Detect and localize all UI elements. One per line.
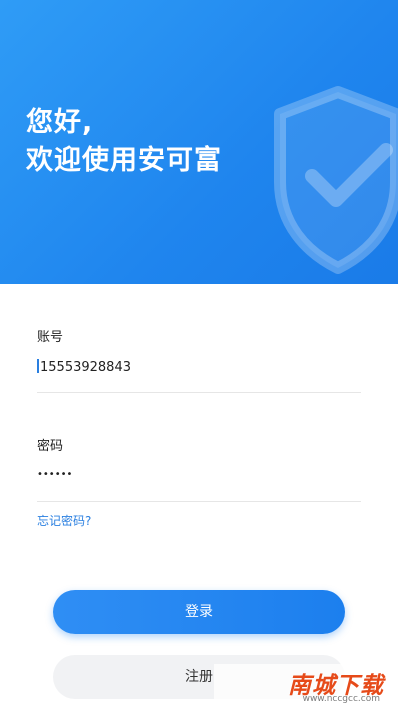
register-label: 注册 xyxy=(185,669,213,685)
password-field[interactable]: •••••• xyxy=(37,469,357,480)
account-field[interactable]: 15553928843 xyxy=(37,359,357,375)
shield-check-icon xyxy=(274,86,398,274)
forgot-password-link[interactable]: 忘记密码? xyxy=(37,512,91,529)
hero-banner: 您好, 欢迎使用安可富 xyxy=(0,0,398,284)
password-label: 密码 xyxy=(37,439,64,454)
password-underline xyxy=(37,501,361,502)
watermark: 南城下载 www.nccgcc.com xyxy=(214,664,398,708)
account-label: 账号 xyxy=(37,330,64,345)
greeting: 您好, 欢迎使用安可富 xyxy=(26,104,222,180)
greeting-line-1: 您好, xyxy=(26,107,94,138)
account-underline xyxy=(37,392,361,393)
watermark-url: www.nccgcc.com xyxy=(302,694,380,704)
login-button[interactable]: 登录 xyxy=(53,590,345,634)
account-value: 15553928843 xyxy=(40,360,131,375)
text-cursor xyxy=(37,359,39,373)
greeting-line-2: 欢迎使用安可富 xyxy=(26,145,222,176)
login-form xyxy=(0,284,398,708)
